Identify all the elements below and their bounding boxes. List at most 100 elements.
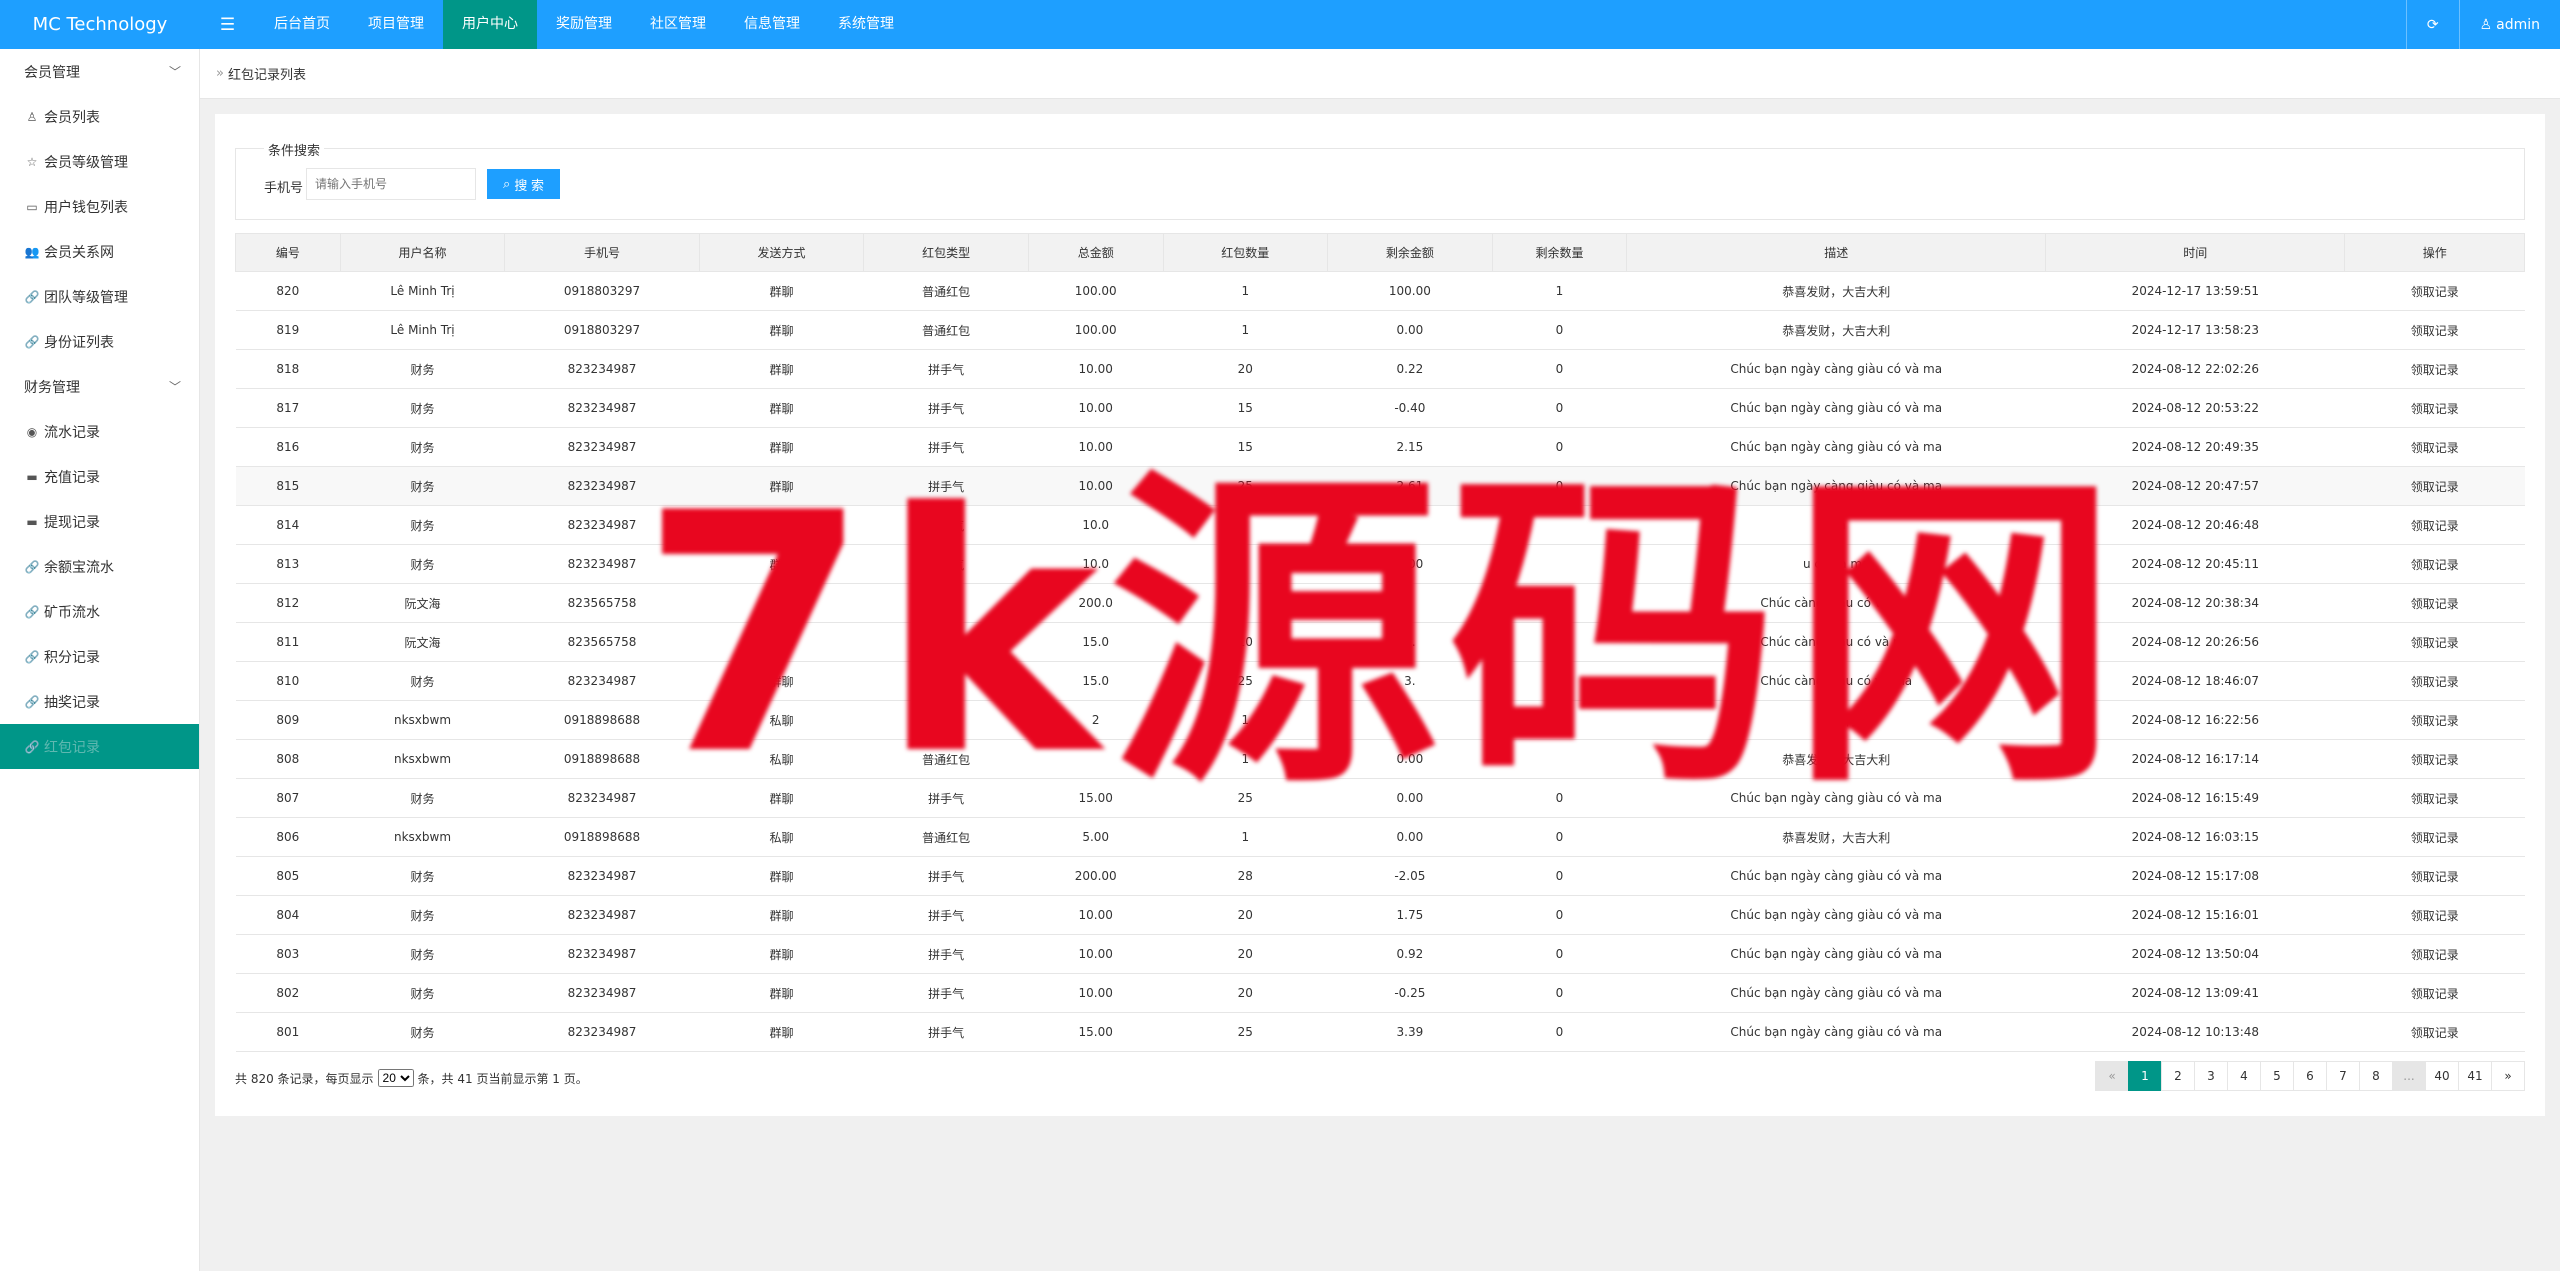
table-row[interactable]: 805 财务 823234987 群聊 拼手气 200.00 28 -2.05 0 Chúc bạ… (235, 856, 2525, 896)
nav-system[interactable]: 系统管理 (819, 0, 913, 49)
pagination-info-suffix: 条，共 41 页当前显示第 1 页。 (417, 1071, 588, 1086)
nav-info[interactable]: 信息管理 (725, 0, 819, 49)
menu-toggle-icon[interactable]: ☰ (200, 0, 255, 49)
table-row[interactable]: 801 财务 823234987 群聊 拼手气 15.00 25 3.39 0 Chúc bạn … (235, 1012, 2525, 1052)
phone-search-input[interactable] (306, 168, 476, 200)
page-button[interactable]: 3 (2194, 1061, 2228, 1091)
sidebar-item-label: 红包记录 (44, 739, 100, 756)
page-button[interactable]: 6 (2293, 1061, 2327, 1091)
link-icon: 🔗 (24, 739, 40, 754)
claim-record-link[interactable]: 领取记录 (2344, 622, 2525, 662)
claim-record-link[interactable]: 领取记录 (2344, 388, 2525, 428)
table-row[interactable]: 804 财务 823234987 群聊 拼手气 10.00 20 1.75 0 Chúc bạn … (235, 895, 2525, 935)
claim-record-link[interactable]: 领取记录 (2344, 505, 2525, 545)
claim-record-link[interactable]: 领取记录 (2344, 856, 2525, 896)
app-logo[interactable]: MC Technology (0, 0, 200, 49)
sidebar-group-member[interactable]: 会员管理 ﹀ (0, 49, 199, 94)
nav-user-center[interactable]: 用户中心 (443, 0, 537, 49)
star-icon: ☆ (26, 154, 38, 169)
table-cell: 10.00 (1028, 895, 1164, 935)
column-header: 手机号 (504, 233, 700, 272)
table-row[interactable]: 819 Lê Minh Trị 0918803297 群聊 普通红包 100.00 1 0.0… (235, 310, 2525, 350)
table-cell: 0 (1492, 856, 1627, 896)
page-button[interactable]: 2 (2161, 1061, 2195, 1091)
column-header: 红包数量 (1162, 233, 1329, 272)
table-cell: 823234987 (504, 388, 700, 428)
table-cell: 20 (1163, 895, 1328, 935)
table-row[interactable]: 802 财务 823234987 群聊 拼手气 10.00 20 -0.25 0 Chúc bạn… (235, 973, 2525, 1013)
user-menu[interactable]: ♙ admin (2458, 0, 2560, 49)
table-row[interactable]: 820 Lê Minh Trị 0918803297 群聊 普通红包 100.00 1 100… (235, 271, 2525, 311)
claim-record-link[interactable]: 领取记录 (2344, 934, 2525, 974)
claim-record-link[interactable]: 领取记录 (2344, 895, 2525, 935)
page-button[interactable]: 1 (2128, 1061, 2162, 1091)
nav-projects[interactable]: 项目管理 (349, 0, 443, 49)
sidebar-item-label: 会员等级管理 (44, 154, 128, 171)
sidebar-item-yuebao[interactable]: 🔗 余额宝流水 (0, 544, 199, 589)
page-button[interactable]: 40 (2425, 1061, 2459, 1091)
claim-record-link[interactable]: 领取记录 (2344, 466, 2525, 506)
claim-record-link[interactable]: 领取记录 (2344, 817, 2525, 857)
sidebar-group-finance[interactable]: 财务管理 ﹀ (0, 364, 199, 409)
claim-record-link[interactable]: 领取记录 (2344, 778, 2525, 818)
table-cell: Chúc bạn ngày càng giàu có và ma (1626, 1012, 2046, 1052)
sidebar-item-red-packet[interactable]: 🔗 红包记录 (0, 724, 199, 769)
table-row[interactable]: 818 财务 823234987 群聊 拼手气 10.00 20 0.22 0 Chúc bạn … (235, 349, 2525, 389)
table-cell: 20 (1163, 934, 1328, 974)
page-button[interactable]: 41 (2458, 1061, 2492, 1091)
refresh-icon[interactable]: ⟳ (2405, 0, 2459, 49)
nav-rewards[interactable]: 奖励管理 (537, 0, 631, 49)
sidebar-group-label: 财务管理 (24, 379, 80, 396)
page-button[interactable]: 8 (2359, 1061, 2393, 1091)
sidebar-item-member-list[interactable]: ♙ 会员列表 (0, 94, 199, 139)
table-cell: 财务 (340, 973, 505, 1013)
claim-record-link[interactable]: 领取记录 (2344, 427, 2525, 467)
claim-record-link[interactable]: 领取记录 (2344, 700, 2525, 740)
search-panel: 条件搜索 手机号 ⌕搜 索 (235, 140, 2525, 220)
prev-page-button[interactable]: « (2095, 1061, 2129, 1091)
page-button[interactable]: 4 (2227, 1061, 2261, 1091)
claim-record-link[interactable]: 领取记录 (2344, 739, 2525, 779)
claim-record-link[interactable]: 领取记录 (2344, 544, 2525, 584)
phone-label: 手机号 (264, 181, 304, 196)
next-page-button[interactable]: » (2491, 1061, 2525, 1091)
sidebar-item-mine-coin[interactable]: 🔗 矿币流水 (0, 589, 199, 634)
sidebar-item-recharge[interactable]: ▬ 充值记录 (0, 454, 199, 499)
claim-record-link[interactable]: 领取记录 (2344, 583, 2525, 623)
table-cell: 15.00 (1028, 1012, 1164, 1052)
sidebar-item-flow[interactable]: ◉ 流水记录 (0, 409, 199, 454)
sidebar-item-lottery[interactable]: 🔗 抽奖记录 (0, 679, 199, 724)
sidebar-item-label: 会员列表 (44, 109, 100, 126)
claim-record-link[interactable]: 领取记录 (2344, 310, 2525, 350)
sidebar-item-points[interactable]: 🔗 积分记录 (0, 634, 199, 679)
page-button[interactable]: 5 (2260, 1061, 2294, 1091)
sidebar-item-label: 流水记录 (44, 424, 100, 441)
search-button[interactable]: ⌕ 搜 索 (487, 169, 560, 199)
nav-home[interactable]: 后台首页 (255, 0, 349, 49)
sidebar-item-withdraw[interactable]: ▬ 提现记录 (0, 499, 199, 544)
column-header: 用户名称 (339, 233, 506, 272)
link-icon: 🔗 (24, 604, 40, 619)
claim-record-link[interactable]: 领取记录 (2344, 1012, 2525, 1052)
claim-record-link[interactable]: 领取记录 (2344, 973, 2525, 1013)
sidebar-item-label: 积分记录 (44, 649, 100, 666)
claim-record-link[interactable]: 领取记录 (2344, 349, 2525, 389)
page-size-select[interactable]: 20 (377, 1069, 414, 1087)
claim-record-link[interactable]: 领取记录 (2344, 661, 2525, 701)
sidebar-item-team-level[interactable]: 🔗 团队等级管理 (0, 274, 199, 319)
chevron-down-icon: ﹀ (168, 65, 181, 79)
claim-record-link[interactable]: 领取记录 (2344, 271, 2525, 311)
table-cell: 2024-08-12 15:16:01 (2045, 895, 2345, 935)
table-row[interactable]: 803 财务 823234987 群聊 拼手气 10.00 20 0.92 0 Chúc bạn … (235, 934, 2525, 974)
sidebar-item-wallet[interactable]: ▭ 用户钱包列表 (0, 184, 199, 229)
page-button[interactable]: 7 (2326, 1061, 2360, 1091)
sidebar-item-relations[interactable]: 👥 会员关系网 (0, 229, 199, 274)
nav-community[interactable]: 社区管理 (631, 0, 725, 49)
sidebar-item-id-cards[interactable]: 🔗 身份证列表 (0, 319, 199, 364)
table-cell: 801 (235, 1012, 341, 1052)
table-cell: 2024-12-17 13:58:23 (2045, 310, 2345, 350)
column-header: 时间 (2045, 233, 2346, 272)
table-cell: 群聊 (699, 310, 864, 350)
table-row[interactable]: 817 财务 823234987 群聊 拼手气 10.00 15 -0.40 0 Chúc bạn… (235, 388, 2525, 428)
sidebar-item-member-level[interactable]: ☆ 会员等级管理 (0, 139, 199, 184)
